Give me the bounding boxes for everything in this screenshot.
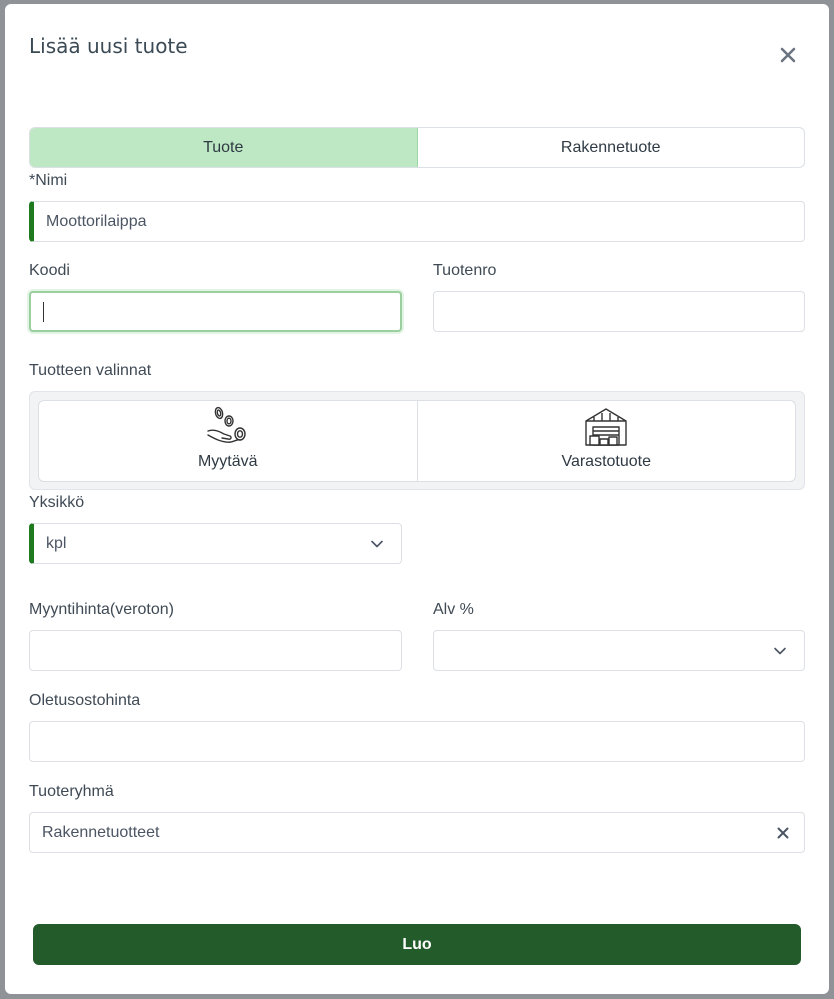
code-input[interactable] [29,291,402,332]
option-myytava[interactable]: Myytävä [39,401,417,481]
product-group-value: Rakennetuotteet [42,823,160,841]
unit-select[interactable]: kpl [29,523,402,564]
vat-label: Alv % [433,601,474,618]
unit-label: Yksikkö [29,494,85,511]
clear-icon[interactable] [774,824,792,842]
product-options-group: Myytävä Varastotuote [29,391,805,490]
create-button[interactable]: Luo [33,924,801,965]
vat-select[interactable] [433,630,805,671]
product-type-toggle: Tuote Rakennetuote [29,127,805,168]
text-caret [43,301,44,322]
close-icon [780,47,796,63]
chevron-down-icon [772,643,788,659]
add-product-dialog: Lisää uusi tuote Tuote Rakennetuote *Nim… [5,4,829,994]
warehouse-icon [585,408,627,446]
name-input[interactable]: Moottorilaippa [29,201,805,242]
option-varastotuote[interactable]: Varastotuote [416,401,796,481]
name-label: *Nimi [29,172,68,189]
purchase-price-label: Oletusostohinta [29,692,141,709]
product-options-label: Tuotteen valinnat [29,362,152,379]
product-group-select[interactable]: Rakennetuotteet [29,812,805,853]
tab-tuote[interactable]: Tuote [30,128,418,167]
hand-coins-icon [207,406,246,443]
chevron-down-icon [369,536,385,552]
name-value: Moottorilaippa [46,212,147,230]
product-no-input[interactable] [433,291,805,332]
sales-price-input[interactable] [29,630,402,671]
option-varastotuote-label: Varastotuote [561,453,652,470]
option-myytava-label: Myytävä [197,453,258,470]
unit-value: kpl [46,534,67,552]
code-label: Koodi [29,262,70,279]
tab-rakennetuote[interactable]: Rakennetuote [418,128,805,167]
sales-price-label: Myyntihinta(veroton) [29,601,174,618]
product-no-label: Tuotenro [433,262,497,279]
purchase-price-input[interactable] [29,721,805,762]
close-button[interactable] [777,44,799,66]
dialog-title: Lisää uusi tuote [29,34,188,58]
product-group-label: Tuoteryhmä [29,783,114,800]
